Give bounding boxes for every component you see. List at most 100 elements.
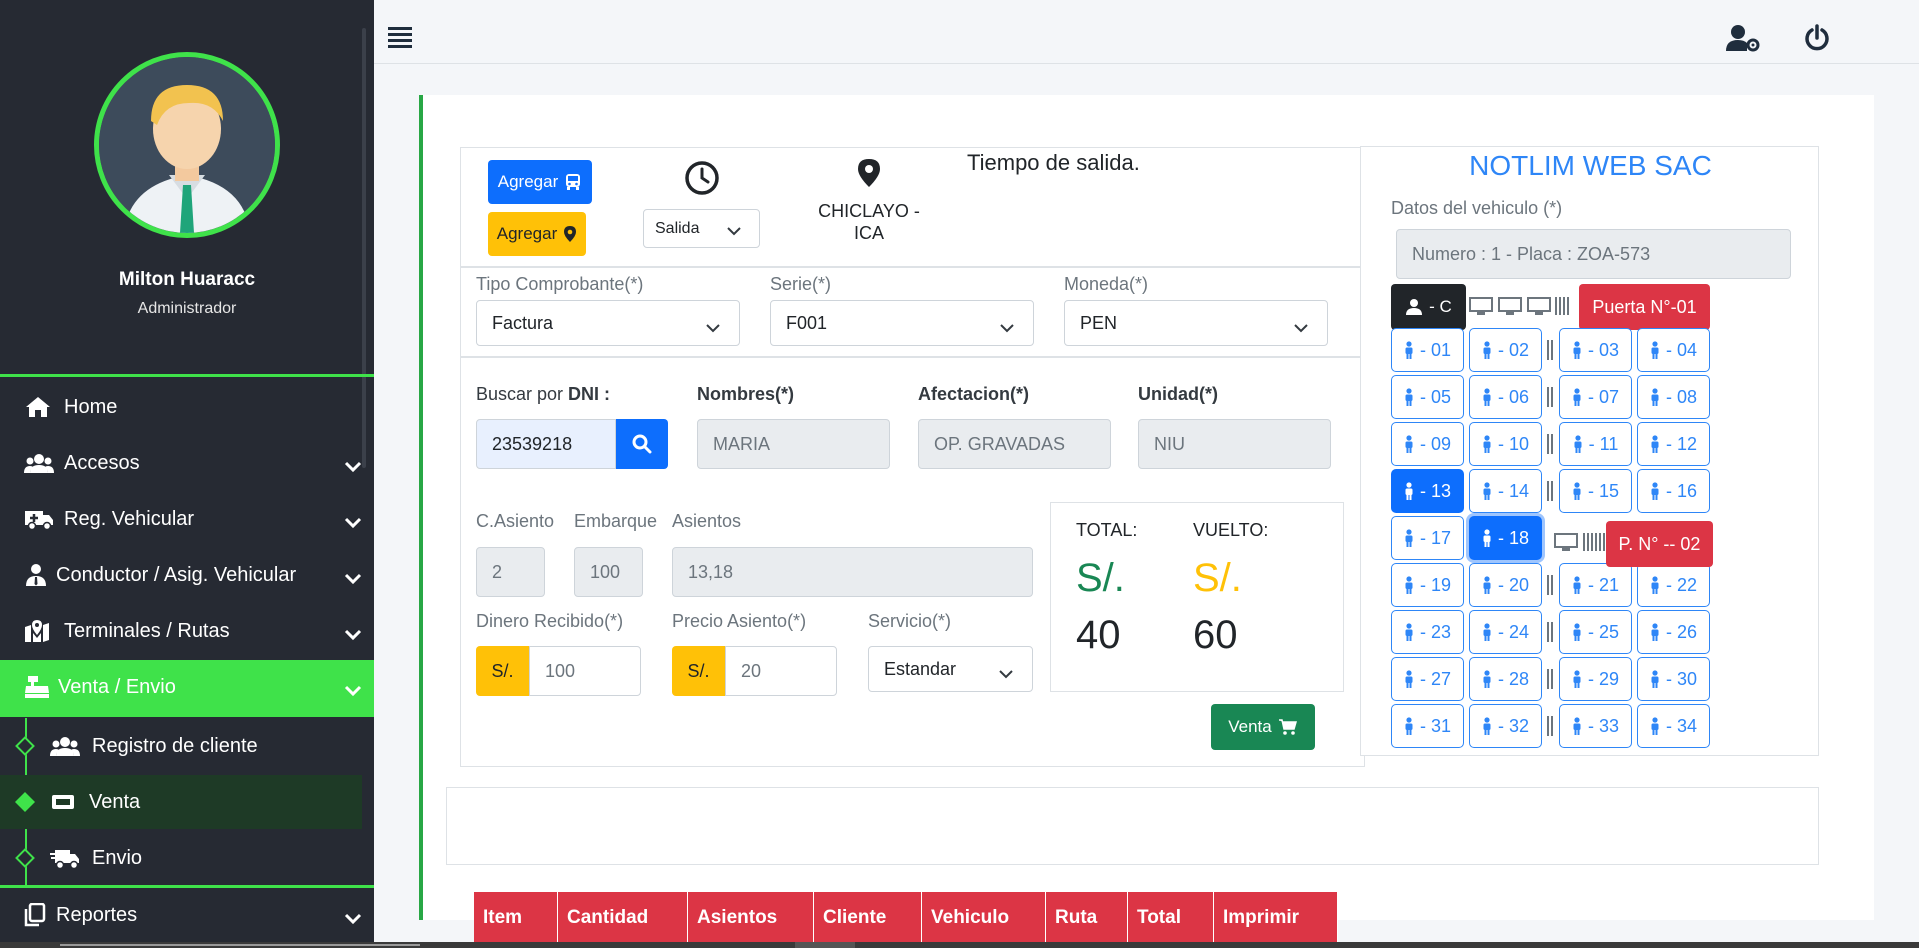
seat-25[interactable]: - 25 <box>1559 610 1632 654</box>
seat-17[interactable]: - 17 <box>1391 516 1464 560</box>
venta-submit-button[interactable]: Venta <box>1211 704 1315 750</box>
sidebar: Milton Huaracc Administrador Home Acceso… <box>0 0 374 948</box>
seat-16[interactable]: - 16 <box>1637 469 1710 513</box>
tipo-comprobante-value: Factura <box>492 312 554 333</box>
puerta-01[interactable]: Puerta N°-01 <box>1579 284 1710 330</box>
nav-venta[interactable]: Venta <box>0 775 362 829</box>
user-cog-icon[interactable] <box>1726 24 1760 57</box>
column-header-imprimir[interactable]: Imprimir <box>1214 892 1338 943</box>
seat-19[interactable]: - 19 <box>1391 563 1464 607</box>
seat-8[interactable]: - 08 <box>1637 375 1710 419</box>
seat-26[interactable]: - 26 <box>1637 610 1710 654</box>
seat-33[interactable]: - 33 <box>1559 704 1632 748</box>
users-icon <box>50 734 80 758</box>
seat-27[interactable]: - 27 <box>1391 657 1464 701</box>
seat-1[interactable]: - 01 <box>1391 328 1464 372</box>
seat-34[interactable]: - 34 <box>1637 704 1710 748</box>
power-off-icon[interactable] <box>1804 24 1830 57</box>
chevron-down-icon <box>344 512 362 529</box>
user-name: Milton Huaracc <box>118 269 256 290</box>
seat-18[interactable]: - 18 <box>1469 516 1542 560</box>
servicio-select[interactable]: Estandar <box>868 646 1033 692</box>
hamburger-menu-icon[interactable] <box>388 26 412 53</box>
seat-31[interactable]: - 31 <box>1391 704 1464 748</box>
puerta-02[interactable]: P. N° -- 02 <box>1606 521 1713 567</box>
seat-4[interactable]: - 04 <box>1637 328 1710 372</box>
column-header-ruta[interactable]: Ruta <box>1046 892 1128 943</box>
seat-24[interactable]: - 24 <box>1469 610 1542 654</box>
seat-28[interactable]: - 28 <box>1469 657 1542 701</box>
embarque-input[interactable]: 100 <box>574 547 643 597</box>
nav-venta-envio[interactable]: Venta / Envio <box>0 660 374 717</box>
seat-30[interactable]: - 30 <box>1637 657 1710 701</box>
seat-11[interactable]: - 11 <box>1559 422 1632 466</box>
dni-input[interactable]: 23539218 <box>476 419 616 469</box>
seat-9[interactable]: - 09 <box>1391 422 1464 466</box>
seat-32[interactable]: - 32 <box>1469 704 1542 748</box>
person-icon <box>1405 670 1413 688</box>
salida-select[interactable]: Salida <box>643 209 760 248</box>
datos-vehiculo-input[interactable]: Numero : 1 - Placa : ZOA-573 <box>1396 229 1791 279</box>
column-header-cantidad[interactable]: Cantidad <box>558 892 688 943</box>
column-header-total[interactable]: Total <box>1128 892 1214 943</box>
seat-label: - 17 <box>1419 527 1452 548</box>
nav-accesos[interactable]: Accesos <box>0 436 374 490</box>
conductor-seat[interactable]: - C <box>1391 284 1466 330</box>
seat-2[interactable]: - 02 <box>1469 328 1542 372</box>
asientos-input[interactable]: 13,18 <box>672 547 1033 597</box>
nombres-input[interactable]: MARIA <box>697 419 890 469</box>
nav-accesos-label: Accesos <box>64 452 140 474</box>
serie-value: F001 <box>786 312 828 333</box>
aisle-separator-icon <box>1547 434 1553 454</box>
afectacion-input[interactable]: OP. GRAVADAS <box>918 419 1111 469</box>
seat-22[interactable]: - 22 <box>1637 563 1710 607</box>
column-header-asientos[interactable]: Asientos <box>688 892 814 943</box>
column-header-item[interactable]: Item <box>474 892 558 943</box>
add-place-button[interactable]: Agregar <box>488 212 586 256</box>
buscar-dni-label: Buscar por DNI : <box>476 384 610 405</box>
seat-14[interactable]: - 14 <box>1469 469 1542 513</box>
seat-7[interactable]: - 07 <box>1559 375 1632 419</box>
nav-home[interactable]: Home <box>0 380 374 434</box>
seat-20[interactable]: - 20 <box>1469 563 1542 607</box>
datos-vehiculo-value: Numero : 1 - Placa : ZOA-573 <box>1412 243 1651 264</box>
bottom-bar <box>0 942 1919 948</box>
column-header-vehiculo[interactable]: Vehiculo <box>922 892 1046 943</box>
aisle-separator-icon <box>1547 340 1553 360</box>
nav-terminales[interactable]: Terminales / Rutas <box>0 604 374 658</box>
seat-label: - 22 <box>1665 574 1698 595</box>
person-icon <box>1651 576 1659 594</box>
add-bus-button[interactable]: Agregar <box>488 160 592 204</box>
moneda-select[interactable]: PEN <box>1064 300 1328 346</box>
seat-21[interactable]: - 21 <box>1559 563 1632 607</box>
search-dni-button[interactable] <box>616 419 668 469</box>
seat-13[interactable]: - 13 <box>1391 469 1464 513</box>
nav-conductor[interactable]: Conductor / Asig. Vehicular <box>0 548 374 602</box>
serie-select[interactable]: F001 <box>770 300 1034 346</box>
casiento-input[interactable]: 2 <box>476 547 545 597</box>
seat-6[interactable]: - 06 <box>1469 375 1542 419</box>
column-header-cliente[interactable]: Cliente <box>814 892 922 943</box>
seat-3[interactable]: - 03 <box>1559 328 1632 372</box>
seat-12[interactable]: - 12 <box>1637 422 1710 466</box>
tipo-comprobante-select[interactable]: Factura <box>476 300 740 346</box>
nav-envio-label: Envio <box>92 847 143 869</box>
precio-input[interactable]: 20 <box>725 646 837 696</box>
nav-reportes[interactable]: Reportes <box>0 888 374 942</box>
seat-10[interactable]: - 10 <box>1469 422 1542 466</box>
seat-23[interactable]: - 23 <box>1391 610 1464 654</box>
person-icon <box>1405 482 1413 500</box>
unidad-input[interactable]: NIU <box>1138 419 1331 469</box>
user-icon <box>1406 299 1423 315</box>
seat-label: - 19 <box>1419 574 1452 595</box>
seat-15[interactable]: - 15 <box>1559 469 1632 513</box>
nav-reg-vehicular[interactable]: Reg. Vehicular <box>0 492 374 546</box>
nav-registro-cliente[interactable]: Registro de cliente <box>0 719 374 773</box>
seat-label: - 31 <box>1419 715 1452 736</box>
dinero-input[interactable]: 100 <box>529 646 641 696</box>
seat-5[interactable]: - 05 <box>1391 375 1464 419</box>
seat-label: - 07 <box>1587 386 1620 407</box>
seat-label: - 30 <box>1665 668 1698 689</box>
nav-envio[interactable]: Envio <box>0 831 374 885</box>
seat-29[interactable]: - 29 <box>1559 657 1632 701</box>
